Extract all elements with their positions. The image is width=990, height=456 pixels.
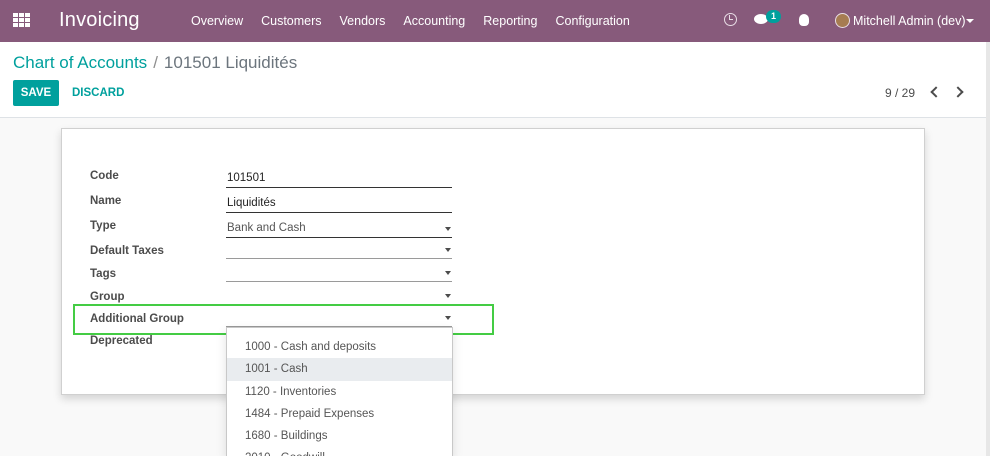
breadcrumb: Chart of Accounts / 101501 Liquidités [13, 53, 297, 73]
code-field[interactable]: 101501 [226, 170, 452, 188]
debug-bug-icon[interactable] [799, 14, 809, 26]
menu-item-reporting[interactable]: Reporting [483, 14, 537, 28]
chat-badge: 1 [766, 10, 781, 23]
user-menu-name[interactable]: Mitchell Admin (dev) [853, 14, 966, 28]
default-taxes-caret-icon [445, 248, 451, 252]
default-taxes-label: Default Taxes [90, 245, 164, 257]
code-label: Code [90, 170, 119, 182]
top-navbar: Invoicing Overview Customers Vendors Acc… [0, 0, 990, 42]
dropdown-option[interactable]: 1680 - Buildings [227, 425, 452, 447]
caret-down-icon[interactable] [966, 19, 974, 23]
breadcrumb-current: 101501 Liquidités [163, 53, 298, 72]
type-label: Type [90, 220, 116, 232]
discard-button[interactable]: DISCARD [72, 80, 124, 106]
group-caret-icon [445, 294, 451, 298]
name-label: Name [90, 195, 122, 207]
additional-group-dropdown: 1000 - Cash and deposits 1001 - Cash 112… [226, 327, 453, 456]
default-taxes-field[interactable] [226, 241, 452, 259]
dropdown-option[interactable]: 1120 - Inventories [227, 381, 452, 403]
activity-clock-icon[interactable] [724, 13, 737, 26]
dropdown-option[interactable]: 2010 - Goodwill [227, 447, 452, 456]
dropdown-option[interactable]: 1484 - Prepaid Expenses [227, 403, 452, 425]
tags-field[interactable] [226, 264, 452, 282]
main-menu: Overview Customers Vendors Accounting Re… [182, 14, 639, 28]
form-sheet [61, 128, 925, 395]
app-title: Invoicing [59, 9, 140, 31]
menu-item-configuration[interactable]: Configuration [555, 14, 629, 28]
pager-value[interactable]: 9 / 29 [885, 86, 915, 100]
dropdown-option[interactable]: 1001 - Cash [227, 358, 452, 381]
breadcrumb-separator: / [153, 53, 158, 72]
deprecated-label: Deprecated [90, 335, 153, 347]
menu-item-overview[interactable]: Overview [191, 14, 243, 28]
type-select[interactable]: Bank and Cash [226, 220, 452, 238]
group-field[interactable] [226, 287, 452, 305]
pager-previous-icon[interactable] [928, 85, 940, 99]
control-panel: Chart of Accounts / 101501 Liquidités SAVE… [0, 42, 990, 118]
menu-item-customers[interactable]: Customers [261, 14, 321, 28]
type-value: Bank and Cash [227, 222, 306, 234]
pager-next-icon[interactable] [953, 85, 965, 99]
scrollbar-track[interactable] [986, 42, 990, 456]
avatar[interactable] [835, 13, 850, 28]
group-label: Group [90, 291, 125, 303]
dropdown-option[interactable]: 1000 - Cash and deposits [227, 336, 452, 358]
type-caret-icon [445, 227, 451, 231]
name-field[interactable]: Liquidités [226, 195, 452, 213]
tags-label: Tags [90, 268, 116, 280]
menu-item-vendors[interactable]: Vendors [340, 14, 386, 28]
save-button[interactable]: SAVE [13, 80, 59, 106]
menu-item-accounting[interactable]: Accounting [403, 14, 465, 28]
apps-menu-icon[interactable] [13, 13, 30, 27]
tags-caret-icon [445, 271, 451, 275]
breadcrumb-parent-link[interactable]: Chart of Accounts [13, 53, 147, 72]
